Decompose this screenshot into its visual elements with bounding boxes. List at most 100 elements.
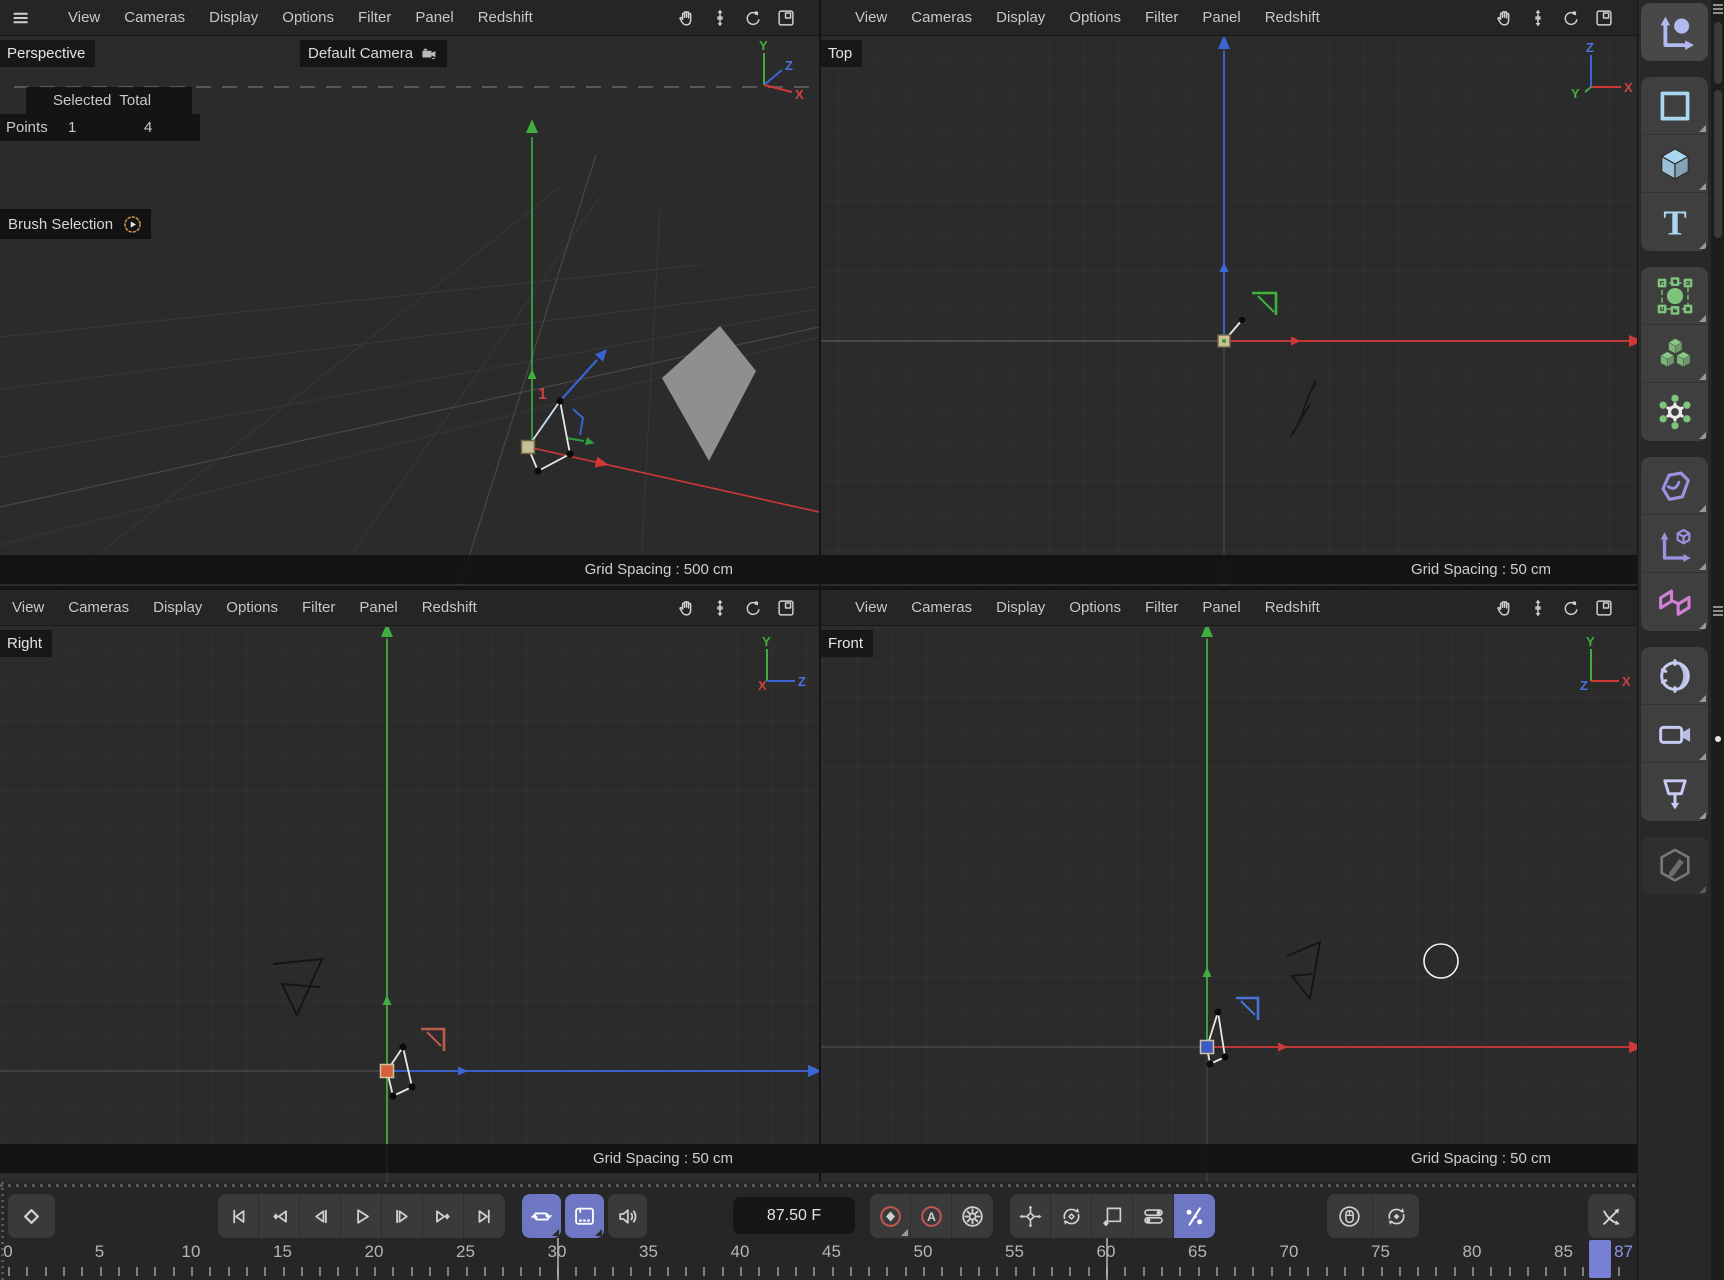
axis-gizmo[interactable]: Y X Z	[1569, 635, 1637, 705]
ruler-frame-number[interactable]: 25	[456, 1242, 475, 1262]
modeling-generators-tool[interactable]	[1641, 325, 1708, 383]
menu-item-filter[interactable]: Filter	[358, 9, 391, 26]
deformer-bend-tool[interactable]	[1641, 457, 1708, 515]
menu-item-redshift[interactable]: Redshift	[478, 9, 533, 26]
menu-item-view[interactable]: View	[855, 599, 887, 616]
pan-icon[interactable]	[676, 7, 698, 29]
menu-item-panel[interactable]: Panel	[415, 9, 453, 26]
panel-menu-icon[interactable]	[1713, 4, 1723, 16]
top-view[interactable]: Top Z X Y Grid Spacing : 50 cm	[821, 37, 1637, 586]
menu-item-options[interactable]: Options	[1069, 9, 1121, 26]
menu-item-filter[interactable]: Filter	[1145, 9, 1178, 26]
loop-playback-button[interactable]	[522, 1194, 561, 1238]
ruler-frame-number[interactable]: 40	[731, 1242, 750, 1262]
menu-item-view[interactable]: View	[68, 9, 100, 26]
polygon-point[interactable]	[566, 450, 573, 457]
dolly-icon[interactable]	[1527, 597, 1549, 619]
viewport-name-label[interactable]: Front	[821, 630, 873, 657]
ruler-frame-number[interactable]: 50	[914, 1242, 933, 1262]
timeline-playhead[interactable]	[1589, 1240, 1611, 1278]
tool-options-icon[interactable]	[122, 214, 143, 235]
ruler-frame-number[interactable]: 55	[1005, 1242, 1024, 1262]
polygon-outline[interactable]	[528, 401, 570, 471]
record-mouse-button[interactable]	[1327, 1194, 1373, 1238]
menu-item-cameras[interactable]: Cameras	[68, 599, 129, 616]
viewport-name-label[interactable]: Perspective	[0, 40, 95, 67]
menu-item-redshift[interactable]: Redshift	[422, 599, 477, 616]
volume-tool[interactable]	[1641, 647, 1708, 705]
text-tool[interactable]: T	[1641, 193, 1708, 251]
polygon-point[interactable]	[534, 467, 541, 474]
menu-item-display[interactable]: Display	[996, 9, 1045, 26]
pan-icon[interactable]	[676, 597, 698, 619]
menu-item-options[interactable]: Options	[282, 9, 334, 26]
ruler-frame-number[interactable]: 15	[273, 1242, 292, 1262]
ruler-frame-number[interactable]: 35	[639, 1242, 658, 1262]
menu-item-display[interactable]: Display	[996, 599, 1045, 616]
dolly-icon[interactable]	[709, 597, 731, 619]
key-position-button[interactable]	[1010, 1194, 1051, 1238]
ruler-frame-number[interactable]: 85	[1554, 1242, 1573, 1262]
keyframe-settings-button[interactable]	[952, 1194, 993, 1238]
next-frame-button[interactable]	[382, 1194, 423, 1238]
menu-item-cameras[interactable]: Cameras	[911, 599, 972, 616]
dolly-icon[interactable]	[709, 7, 731, 29]
menu-item-panel[interactable]: Panel	[1202, 9, 1240, 26]
object-origin-handle[interactable]	[1201, 1041, 1214, 1054]
key-rotation-button[interactable]	[1051, 1194, 1092, 1238]
active-tool-indicator[interactable]: Brush Selection	[0, 209, 151, 239]
instance-axis-tool[interactable]	[1641, 515, 1708, 573]
set-keyframe-button[interactable]	[8, 1194, 55, 1238]
panel-menu-icon[interactable]	[1713, 606, 1723, 618]
dolly-icon[interactable]	[1527, 7, 1549, 29]
key-scale-button[interactable]	[1092, 1194, 1133, 1238]
polygon-point[interactable]	[408, 1083, 415, 1090]
object-origin-handle[interactable]	[522, 441, 535, 454]
perspective-view[interactable]: 1 Perspective Default Camera Selected To…	[0, 37, 819, 586]
menu-item-panel[interactable]: Panel	[1202, 599, 1240, 616]
rotate-icon[interactable]	[1560, 7, 1582, 29]
autokey-button[interactable]: A	[911, 1194, 952, 1238]
next-key-button[interactable]	[423, 1194, 464, 1238]
viewport-name-label[interactable]: Top	[821, 40, 862, 67]
pan-icon[interactable]	[1494, 597, 1516, 619]
menu-item-view[interactable]: View	[855, 9, 887, 26]
menu-item-display[interactable]: Display	[209, 9, 258, 26]
menu-item-panel[interactable]: Panel	[359, 599, 397, 616]
simulation-tool[interactable]	[1641, 383, 1708, 441]
selected-polygon-face[interactable]	[662, 326, 756, 461]
menu-item-view[interactable]: View	[12, 599, 44, 616]
right-view[interactable]: Right Y Z X Grid Spacing : 50 cm	[0, 627, 819, 1182]
polygon-point[interactable]	[389, 1092, 396, 1099]
primitive-cube-tool[interactable]	[1641, 135, 1708, 193]
maximize-icon[interactable]	[1593, 7, 1615, 29]
ruler-frame-number[interactable]: 65	[1188, 1242, 1207, 1262]
menu-item-redshift[interactable]: Redshift	[1265, 599, 1320, 616]
ruler-frame-number[interactable]: 10	[182, 1242, 201, 1262]
front-view[interactable]: Front Y X Z Grid Spacing : 50 cm	[821, 627, 1637, 1182]
viewport-name-label[interactable]: Right	[0, 630, 52, 657]
maximize-icon[interactable]	[775, 597, 797, 619]
record-keyframe-button[interactable]	[870, 1194, 911, 1238]
spline-object[interactable]	[273, 959, 322, 1015]
panel-handle[interactable]	[1714, 22, 1722, 84]
play-forward-button[interactable]	[341, 1194, 382, 1238]
move-tool[interactable]	[1641, 3, 1708, 61]
key-pla-button[interactable]	[1174, 1194, 1215, 1238]
spline-object[interactable]	[1291, 382, 1315, 436]
pan-icon[interactable]	[1494, 7, 1516, 29]
timeline-separator[interactable]	[0, 1184, 1637, 1187]
preview-range-button[interactable]	[565, 1194, 604, 1238]
polygon-point[interactable]	[556, 397, 563, 404]
spline-object[interactable]	[1287, 942, 1320, 999]
ruler-frame-number[interactable]: 80	[1463, 1242, 1482, 1262]
go-to-start-button[interactable]	[218, 1194, 259, 1238]
ruler-frame-number[interactable]: 0	[3, 1242, 12, 1262]
camera-object-tool[interactable]	[1641, 705, 1708, 763]
maximize-icon[interactable]	[775, 7, 797, 29]
menu-item-filter[interactable]: Filter	[1145, 599, 1178, 616]
key-parameter-button[interactable]	[1133, 1194, 1174, 1238]
maximize-icon[interactable]	[1593, 597, 1615, 619]
main-menu-icon[interactable]	[8, 9, 34, 27]
menu-item-redshift[interactable]: Redshift	[1265, 9, 1320, 26]
